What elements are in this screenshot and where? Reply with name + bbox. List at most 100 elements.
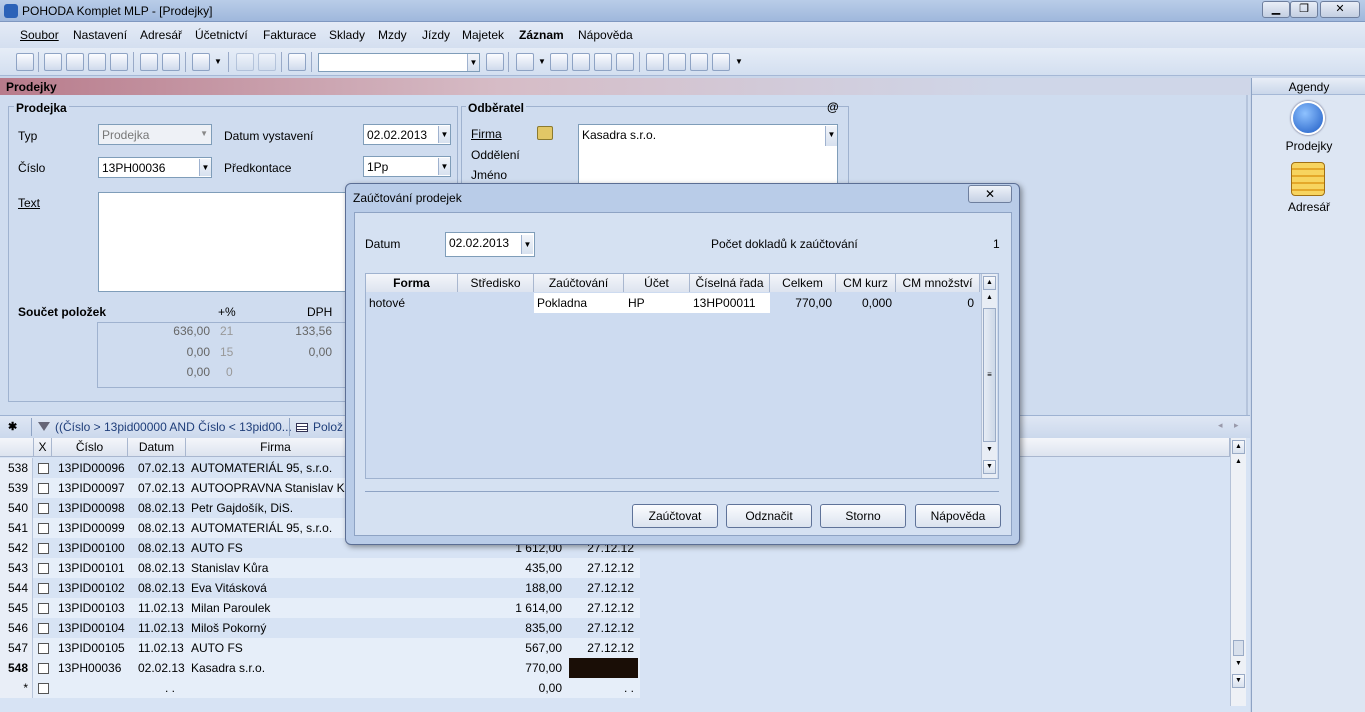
save-icon[interactable] [236,53,254,71]
address-book-icon[interactable] [537,126,553,140]
cancel-edit-icon[interactable] [258,53,276,71]
row-checkbox[interactable] [38,503,49,514]
number-series-icon[interactable]: ▼ [199,159,211,176]
cislo-field[interactable]: 13PH00036 ▼ [98,157,212,178]
new-record-icon[interactable] [140,53,158,71]
menu-majetek[interactable]: Majetek [462,28,504,42]
table-row[interactable]: 548 13PH00036 02.02.13 Kasadra s.r.o. 770,00 [0,658,640,678]
typ-select[interactable]: Prodejka ▼ [98,124,212,145]
tab-scroll-left-icon[interactable]: ◂ [1218,420,1223,431]
col-stredisko[interactable]: Středisko [458,274,534,292]
minimize-button[interactable]: ▁ [1262,1,1290,18]
email-at-icon[interactable]: @ [827,100,839,114]
zauctovat-button[interactable]: Zaúčtovat [632,504,718,528]
address-dropdown-icon[interactable]: ▼ [825,126,837,146]
odberatel-address-field[interactable]: Kasadra s.r.o. ▼ [578,124,838,184]
row-checkbox[interactable] [38,623,49,634]
table-row[interactable]: 543 13PID00101 08.02.13 Stanislav Kůra 435,0… [0,558,640,578]
row-checkbox[interactable] [38,463,49,474]
grid-vscrollbar[interactable]: ▲ ▲ ▼ ▼ [1230,438,1246,706]
scroll-bottom-icon[interactable]: ▼ [983,460,996,474]
text-area[interactable] [98,192,353,292]
agenda-item-prodejky[interactable]: Prodejky [1252,139,1365,153]
camera-icon[interactable] [516,53,534,71]
row-checkbox[interactable] [38,563,49,574]
scroll-bottom-icon[interactable]: ▼ [1232,674,1245,688]
scroll-down-icon[interactable]: ▼ [986,446,993,453]
scroll-top-icon[interactable]: ▲ [1232,440,1245,454]
grid-header-cislo[interactable]: Číslo [52,438,128,457]
back-dropdown-icon[interactable]: ▼ [214,57,222,66]
chevron-down-icon[interactable]: ▼ [467,54,479,71]
predkontace-dropdown-icon[interactable]: ▼ [438,158,450,175]
menu-napoveda[interactable]: Nápověda [578,28,633,42]
tab-scroll-right-icon[interactable]: ▸ [1234,420,1239,431]
row-checkbox[interactable] [38,583,49,594]
menu-fakturace[interactable]: Fakturace [263,28,316,42]
restore-button[interactable]: ❐ [1290,1,1318,18]
edit-icon[interactable] [162,53,180,71]
predkontace-field[interactable]: 1Pp ▼ [363,156,451,177]
grid-header-firma[interactable]: Firma [186,438,366,457]
dialog-datum-field[interactable]: 02.02.2013 ▼ [445,232,535,257]
row-checkbox[interactable] [38,683,49,694]
export-icon[interactable] [110,53,128,71]
menu-soubor[interactable]: Soubor [20,28,59,42]
dialog-calendar-icon[interactable]: ▼ [521,235,533,254]
list-view-icon[interactable] [646,53,664,71]
menu-zaznam[interactable]: Záznam [519,28,564,42]
menu-ucetnictvi[interactable]: Účetnictví [195,28,248,42]
detail-view-icon[interactable] [690,53,708,71]
new-row-star[interactable]: ✱ [8,420,17,433]
row-checkbox[interactable] [38,603,49,614]
tools-dropdown-icon[interactable]: ▼ [735,57,743,66]
storno-button[interactable]: Storno [820,504,906,528]
agenda-item-adresar[interactable]: Adresář [1252,200,1365,214]
filter-icon[interactable] [486,53,504,71]
open-icon[interactable] [16,53,34,71]
scroll-thumb[interactable]: ≡ [983,308,996,442]
coins-icon[interactable] [616,53,634,71]
posting-row[interactable]: hotové Pokladna HP 13HP00011 770,00 0,00… [366,293,980,313]
row-checkbox[interactable] [38,543,49,554]
col-cm-kurz[interactable]: CM kurz [836,274,896,292]
row-checkbox[interactable] [38,663,49,674]
adresar-icon[interactable] [1291,162,1325,196]
preview-icon[interactable] [88,53,106,71]
menu-jizdy[interactable]: Jízdy [422,28,450,42]
calendar-dropdown-icon[interactable]: ▼ [438,126,450,143]
menu-nastaveni[interactable]: Nastavení [73,28,127,42]
back-arrow-icon[interactable] [192,53,210,71]
close-button[interactable]: ✕ [1320,1,1360,18]
grid-header-x[interactable]: X [34,438,52,457]
scroll-up-icon[interactable]: ▲ [1235,458,1242,465]
table-row[interactable]: 544 13PID00102 08.02.13 Eva Vitásková 188,00… [0,578,640,598]
col-celkem[interactable]: Celkem [770,274,836,292]
polozky-tab[interactable]: Polož [313,420,343,434]
scroll-thumb[interactable] [1233,640,1244,656]
col-zauctovani[interactable]: Zaúčtování [534,274,624,292]
tools-icon[interactable] [712,53,730,71]
menu-adresar[interactable]: Adresář [140,28,182,42]
print-icon[interactable] [66,53,84,71]
table-row[interactable]: 546 13PID00104 11.02.13 Miloš Pokorný 835,00… [0,618,640,638]
menu-mzdy[interactable]: Mzdy [378,28,407,42]
row-checkbox[interactable] [38,643,49,654]
copy-icon[interactable] [44,53,62,71]
camera-dropdown-icon[interactable]: ▼ [538,57,546,66]
scroll-down-icon[interactable]: ▼ [1235,660,1242,667]
calculator-icon[interactable] [594,53,612,71]
odznacit-button[interactable]: Odznačit [726,504,812,528]
menu-sklady[interactable]: Sklady [329,28,365,42]
col-ciselna-rada[interactable]: Číselná řada [690,274,770,292]
table-row[interactable]: 545 13PID00103 11.02.13 Milan Paroulek 1 614… [0,598,640,618]
filter-tab[interactable]: ((Číslo > 13pid00000 AND Číslo < 13pid00… [55,420,292,434]
col-cm-mnozstvi[interactable]: CM množství [896,274,980,292]
table-icon[interactable] [572,53,590,71]
datum-field[interactable]: 02.02.2013 ▼ [363,124,451,145]
toolbar-combo[interactable]: ▼ [318,53,480,72]
table-row[interactable]: 547 13PID00105 11.02.13 AUTO FS 567,00 27.12.… [0,638,640,658]
filter-funnel-icon[interactable] [38,422,50,431]
prodejky-icon[interactable] [1291,101,1325,135]
tag-icon[interactable] [550,53,568,71]
